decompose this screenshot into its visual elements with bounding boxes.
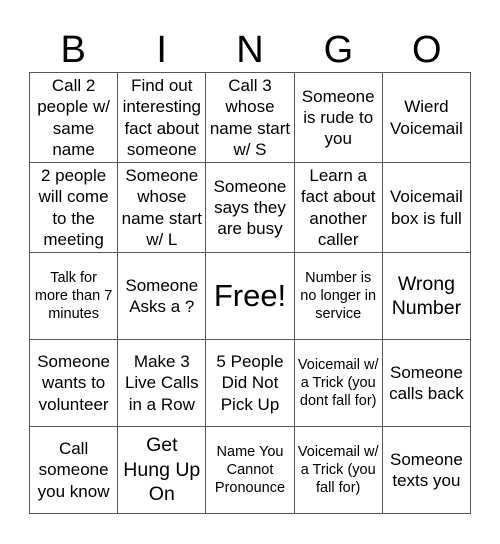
bingo-cell[interactable]: Someone is rude to you bbox=[294, 73, 383, 163]
bingo-cell[interactable]: Find out interesting fact about someone bbox=[118, 73, 207, 163]
header-letter-b: B bbox=[60, 29, 86, 71]
free-space-cell[interactable]: Free! bbox=[206, 253, 295, 340]
header-letter-n: N bbox=[236, 29, 264, 71]
bingo-cell[interactable]: Someone says they are busy bbox=[206, 163, 295, 253]
bingo-cell-text: Someone calls back bbox=[389, 362, 464, 403]
bingo-cell-text: Someone Asks a ? bbox=[125, 275, 199, 316]
bingo-cell[interactable]: Voicemail w/ a Trick (you fall for) bbox=[294, 427, 383, 514]
bingo-cell-text: Number is no longer in service bbox=[300, 269, 377, 323]
bingo-cell-text: Name You Cannot Pronounce bbox=[214, 443, 286, 497]
bingo-cell-text: Voicemail w/ a Trick (you dont fall for) bbox=[297, 356, 379, 410]
bingo-cell[interactable]: Someone Asks a ? bbox=[118, 253, 207, 340]
bingo-cell[interactable]: Wrong Number bbox=[382, 253, 471, 340]
bingo-cell-text: Call 2 people w/ same name bbox=[37, 76, 110, 159]
bingo-cell[interactable]: Voicemail box is full bbox=[382, 163, 471, 253]
bingo-cell-text: Someone whose name start w/ L bbox=[121, 166, 202, 249]
bingo-cell[interactable]: Get Hung Up On bbox=[118, 427, 207, 514]
header-letter-o: O bbox=[412, 29, 442, 71]
header-letter-g: G bbox=[323, 29, 354, 71]
bingo-cell[interactable]: 2 people will come to the meeting bbox=[30, 163, 119, 253]
bingo-cell[interactable]: Talk for more than 7 minutes bbox=[30, 253, 119, 340]
bingo-cell[interactable]: Call 2 people w/ same name bbox=[30, 73, 119, 163]
bingo-cell-text: Make 3 Live Calls in a Row bbox=[124, 352, 199, 414]
bingo-cell-text: Free! bbox=[213, 277, 287, 313]
bingo-grid: Call 2 people w/ same name Find out inter… bbox=[29, 72, 471, 514]
bingo-cell-text: 5 People Did Not Pick Up bbox=[216, 352, 284, 414]
bingo-cell-text: Call 3 whose name start w/ S bbox=[209, 76, 291, 159]
bingo-header: B I N G O bbox=[29, 28, 471, 72]
bingo-cell-text: Voicemail box is full bbox=[390, 187, 463, 228]
bingo-cell-text: Find out interesting fact about someone bbox=[122, 76, 201, 159]
bingo-cell[interactable]: Make 3 Live Calls in a Row bbox=[118, 340, 207, 427]
bingo-cell-text: Learn a fact about another caller bbox=[300, 166, 376, 249]
bingo-cell-text: Wierd Voicemail bbox=[390, 97, 463, 138]
bingo-cell-text: 2 people will come to the meeting bbox=[38, 166, 109, 249]
bingo-cell[interactable]: Someone texts you bbox=[382, 427, 471, 514]
bingo-cell-text: Someone wants to volunteer bbox=[37, 352, 110, 414]
bingo-cell[interactable]: Name You Cannot Pronounce bbox=[206, 427, 295, 514]
bingo-cell-text: Someone is rude to you bbox=[301, 86, 375, 149]
bingo-cell[interactable]: 5 People Did Not Pick Up bbox=[206, 340, 295, 427]
bingo-cell-text: Talk for more than 7 minutes bbox=[34, 269, 113, 323]
bingo-cell[interactable]: Voicemail w/ a Trick (you dont fall for) bbox=[294, 340, 383, 427]
bingo-cell-text: Call someone you know bbox=[37, 439, 110, 501]
bingo-cell-text: Voicemail w/ a Trick (you fall for) bbox=[297, 443, 379, 497]
bingo-cell-text: Wrong Number bbox=[391, 272, 462, 319]
bingo-cell-text: Get Hung Up On bbox=[123, 434, 201, 506]
header-letter-i: I bbox=[156, 29, 167, 71]
bingo-cell[interactable]: Call someone you know bbox=[30, 427, 119, 514]
bingo-cell-text: Someone says they are busy bbox=[213, 176, 287, 239]
bingo-cell[interactable]: Wierd Voicemail bbox=[382, 73, 471, 163]
bingo-cell[interactable]: Someone wants to volunteer bbox=[30, 340, 119, 427]
bingo-cell[interactable]: Call 3 whose name start w/ S bbox=[206, 73, 295, 163]
bingo-cell[interactable]: Number is no longer in service bbox=[294, 253, 383, 340]
bingo-cell[interactable]: Someone whose name start w/ L bbox=[118, 163, 207, 253]
bingo-cell-text: Someone texts you bbox=[390, 449, 463, 490]
bingo-cell[interactable]: Someone calls back bbox=[382, 340, 471, 427]
bingo-cell[interactable]: Learn a fact about another caller bbox=[294, 163, 383, 253]
